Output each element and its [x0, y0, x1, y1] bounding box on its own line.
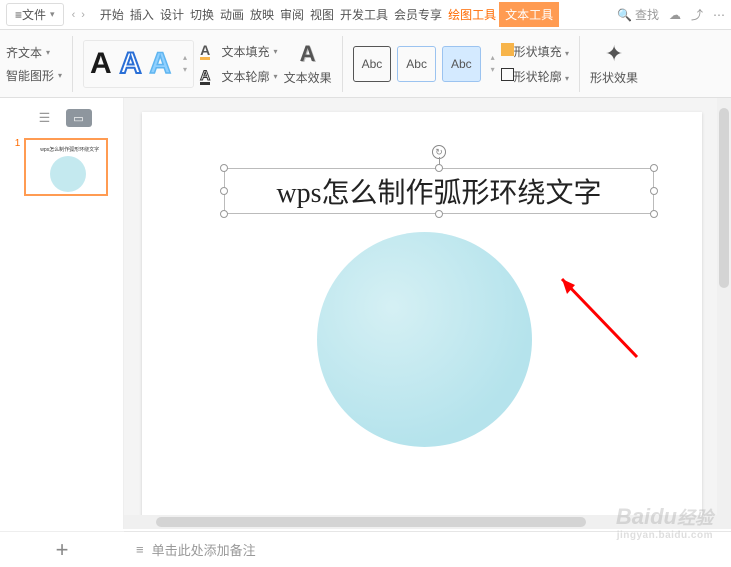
wordart-style-2[interactable]: A: [120, 49, 142, 79]
file-menu[interactable]: ≡ 文件 ▾: [6, 3, 64, 26]
tab-member[interactable]: 会员专享: [391, 2, 445, 27]
thumbnail-shape: [50, 156, 86, 192]
shape-effects-icon: ✦: [605, 41, 623, 67]
tab-review[interactable]: 审阅: [277, 2, 307, 27]
resize-handle[interactable]: [220, 210, 228, 218]
resize-handle[interactable]: [650, 164, 658, 172]
fill-swatch-icon: [501, 43, 514, 56]
tab-design[interactable]: 设计: [157, 2, 187, 27]
tab-drawing-tools[interactable]: 绘图工具: [445, 2, 499, 27]
text-effects-icon: A: [300, 41, 316, 67]
shape-style-1[interactable]: Abc: [353, 46, 392, 82]
align-text-button[interactable]: 齐文本▾: [6, 44, 62, 61]
tab-insert[interactable]: 插入: [127, 2, 157, 27]
resize-handle[interactable]: [220, 187, 228, 195]
outline-swatch-icon: [501, 68, 514, 81]
chevron-down-icon: ▾: [274, 72, 278, 81]
chevron-down-icon: ▾: [274, 47, 278, 56]
tab-home[interactable]: 开始: [97, 2, 127, 27]
shape-effects-button[interactable]: ✦ 形状效果: [590, 41, 638, 86]
separator: [579, 36, 580, 92]
search-label: 查找: [635, 6, 659, 23]
horizontal-scrollbar[interactable]: [124, 515, 717, 529]
vertical-scrollbar[interactable]: [717, 98, 731, 529]
resize-handle[interactable]: [220, 164, 228, 172]
hamburger-icon: ≡: [15, 8, 22, 22]
workarea: ☰ ▭ 1 wps怎么制作弧形环绕文字 ↻: [0, 98, 731, 529]
scrollbar-thumb[interactable]: [719, 108, 729, 288]
wordart-expand[interactable]: ▴▾: [183, 53, 187, 74]
shape-outline-button[interactable]: 形状轮廓 ▾: [501, 68, 569, 85]
ribbon-group-text-format: A 文本填充 ▾ A 文本轮廓 ▾: [200, 43, 278, 85]
file-menu-label: 文件: [22, 6, 46, 23]
textbox-selected[interactable]: ↻ wps怎么制作弧形环绕文字: [224, 168, 654, 214]
shape-fill-button[interactable]: 形状填充 ▾: [501, 43, 569, 60]
tab-view[interactable]: 视图: [307, 2, 337, 27]
outline-view-tab[interactable]: ☰: [32, 109, 58, 127]
text-fill-button[interactable]: A 文本填充 ▾: [200, 43, 278, 60]
forward-icon[interactable]: ›: [81, 9, 85, 21]
resize-handle[interactable]: [435, 210, 443, 218]
scrollbar-thumb[interactable]: [156, 517, 586, 527]
separator: [342, 36, 343, 92]
more-icon[interactable]: ⋯: [713, 8, 725, 22]
back-icon[interactable]: ‹: [72, 9, 76, 21]
notes-bar[interactable]: ≡ 单击此处添加备注: [124, 531, 731, 567]
wordart-styles[interactable]: A A A ▴▾: [83, 40, 194, 88]
tab-text-tools[interactable]: 文本工具: [499, 2, 559, 27]
ribbon-group-align: 齐文本▾ 智能图形▾: [6, 44, 62, 84]
annotation-arrow: [547, 267, 647, 367]
wordart-style-1[interactable]: A: [90, 49, 112, 79]
panel-view-tabs: ☰ ▭: [0, 106, 123, 130]
tab-transition[interactable]: 切换: [187, 2, 217, 27]
chevron-down-icon: ▾: [58, 71, 62, 80]
ribbon-tabs: 开始 插入 设计 切换 动画 放映 审阅 视图 开发工具 会员专享 绘图工具 文…: [97, 2, 559, 27]
canvas-area[interactable]: ↻ wps怎么制作弧形环绕文字: [124, 98, 731, 529]
chevron-down-icon: ▾: [46, 48, 50, 57]
slide-number: 1: [15, 138, 21, 149]
notes-placeholder: 单击此处添加备注: [152, 540, 256, 559]
ribbon: 齐文本▾ 智能图形▾ A A A ▴▾ A 文本填充 ▾ A 文本轮廓 ▾ A …: [0, 30, 731, 98]
share-icon[interactable]: ⤴: [691, 6, 703, 23]
tab-animation[interactable]: 动画: [217, 2, 247, 27]
slides-panel: ☰ ▭ 1 wps怎么制作弧形环绕文字: [0, 98, 124, 529]
resize-handle[interactable]: [650, 210, 658, 218]
thumbnail-text: wps怎么制作弧形环绕文字: [40, 146, 99, 153]
resize-handle[interactable]: [435, 164, 443, 172]
tab-slideshow[interactable]: 放映: [247, 2, 277, 27]
textbox-content: wps怎么制作弧形环绕文字: [276, 171, 601, 211]
shape-style-3[interactable]: Abc: [442, 46, 481, 82]
cloud-icon[interactable]: ☁: [669, 8, 681, 22]
shape-styles: Abc Abc Abc ▴▾: [353, 46, 495, 82]
smart-graphic-button[interactable]: 智能图形▾: [6, 67, 62, 84]
shape-styles-expand[interactable]: ▴▾: [491, 53, 495, 74]
text-effects-button[interactable]: A 文本效果: [284, 41, 332, 86]
ribbon-group-shape-format: 形状填充 ▾ 形状轮廓 ▾: [501, 43, 569, 85]
slide-canvas[interactable]: ↻ wps怎么制作弧形环绕文字: [142, 112, 702, 524]
resize-handle[interactable]: [650, 187, 658, 195]
notes-icon: ≡: [136, 542, 144, 557]
menubar-right: 🔍 查找 ☁ ⤴ ⋯: [617, 6, 725, 23]
circle-shape[interactable]: [317, 232, 532, 447]
wordart-style-3[interactable]: A: [149, 49, 171, 79]
add-slide-button[interactable]: +: [0, 531, 124, 567]
shape-style-2[interactable]: Abc: [397, 46, 436, 82]
search-icon: 🔍: [617, 8, 632, 22]
search-button[interactable]: 🔍 查找: [617, 6, 659, 23]
thumbnail-view-tab[interactable]: ▭: [66, 109, 92, 127]
text-outline-button[interactable]: A 文本轮廓 ▾: [200, 68, 278, 85]
slide-thumbnail-wrap: 1 wps怎么制作弧形环绕文字: [15, 138, 109, 196]
separator: [72, 36, 73, 92]
history-nav: ‹ ›: [72, 9, 85, 21]
slide-thumbnail-1[interactable]: wps怎么制作弧形环绕文字: [24, 138, 108, 196]
menubar: ≡ 文件 ▾ ‹ › 开始 插入 设计 切换 动画 放映 审阅 视图 开发工具 …: [0, 0, 731, 30]
tab-developer[interactable]: 开发工具: [337, 2, 391, 27]
chevron-down-icon: ▾: [50, 9, 55, 20]
